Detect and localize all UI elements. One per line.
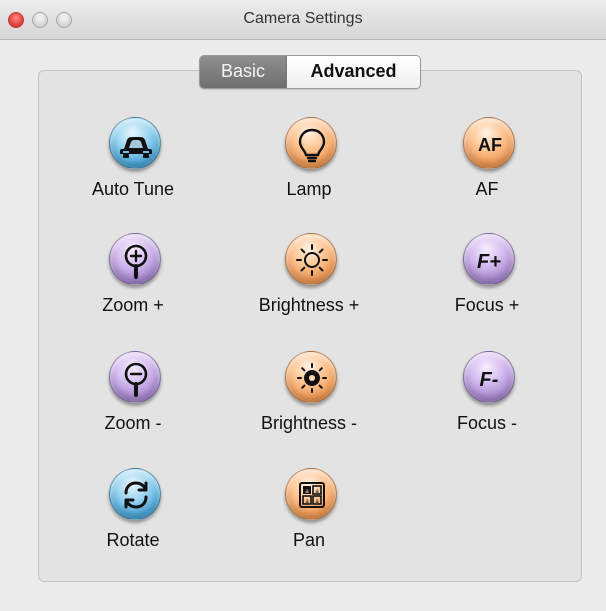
- titlebar: Camera Settings: [0, 0, 606, 40]
- brightness-up-button[interactable]: [285, 233, 337, 285]
- focus-plus-label: Focus +: [454, 295, 520, 315]
- focus-minus-label: Focus -: [456, 413, 517, 433]
- brightness-down-button[interactable]: [285, 351, 337, 403]
- window-title: Camera Settings: [243, 10, 363, 27]
- lamp-button[interactable]: [285, 117, 337, 169]
- pan-button[interactable]: a a a a: [285, 468, 337, 520]
- svg-text:F+: F+: [477, 251, 501, 273]
- auto-tune-button[interactable]: [109, 117, 161, 169]
- brightness-down-icon: [297, 363, 327, 393]
- car-icon: [120, 137, 152, 158]
- mode-tabs: Basic Advanced: [199, 55, 421, 89]
- af-icon: AF: [478, 135, 502, 155]
- af-label: AF: [475, 179, 499, 199]
- zoom-out-icon: [124, 362, 148, 397]
- focus-minus-button[interactable]: F-: [463, 351, 515, 403]
- svg-text:AF: AF: [478, 135, 502, 155]
- af-button[interactable]: AF: [463, 117, 515, 169]
- auto-tune-label: Auto Tune: [91, 179, 175, 199]
- zoom-out-button[interactable]: [109, 351, 161, 403]
- zoom-in-label: Zoom +: [102, 295, 164, 315]
- brightness-up-icon: [296, 244, 328, 276]
- rotate-button[interactable]: [109, 468, 161, 520]
- zoom-in-icon: [124, 244, 148, 279]
- zoom-in-button[interactable]: [109, 233, 161, 285]
- focus-plus-button[interactable]: F+: [463, 233, 515, 285]
- pan-label: Pan: [292, 530, 326, 550]
- rotate-icon: [124, 481, 148, 509]
- svg-text:F-: F-: [480, 369, 499, 391]
- focus-plus-icon: F+: [477, 251, 501, 273]
- brightness-up-label: Brightness +: [258, 295, 360, 315]
- pan-icon: a a a a: [299, 482, 325, 508]
- rotate-label: Rotate: [106, 530, 160, 550]
- lamp-label: Lamp: [286, 179, 332, 199]
- bulb-icon: [298, 128, 326, 163]
- zoom-out-label: Zoom -: [104, 413, 162, 433]
- tab-advanced[interactable]: Advanced: [287, 56, 420, 88]
- focus-minus-icon: F-: [480, 369, 499, 391]
- tab-basic[interactable]: Basic: [200, 56, 287, 88]
- camera-settings-window: Camera Settings Basic Advanced Auto Tune: [0, 0, 606, 611]
- brightness-down-label: Brightness -: [260, 413, 358, 433]
